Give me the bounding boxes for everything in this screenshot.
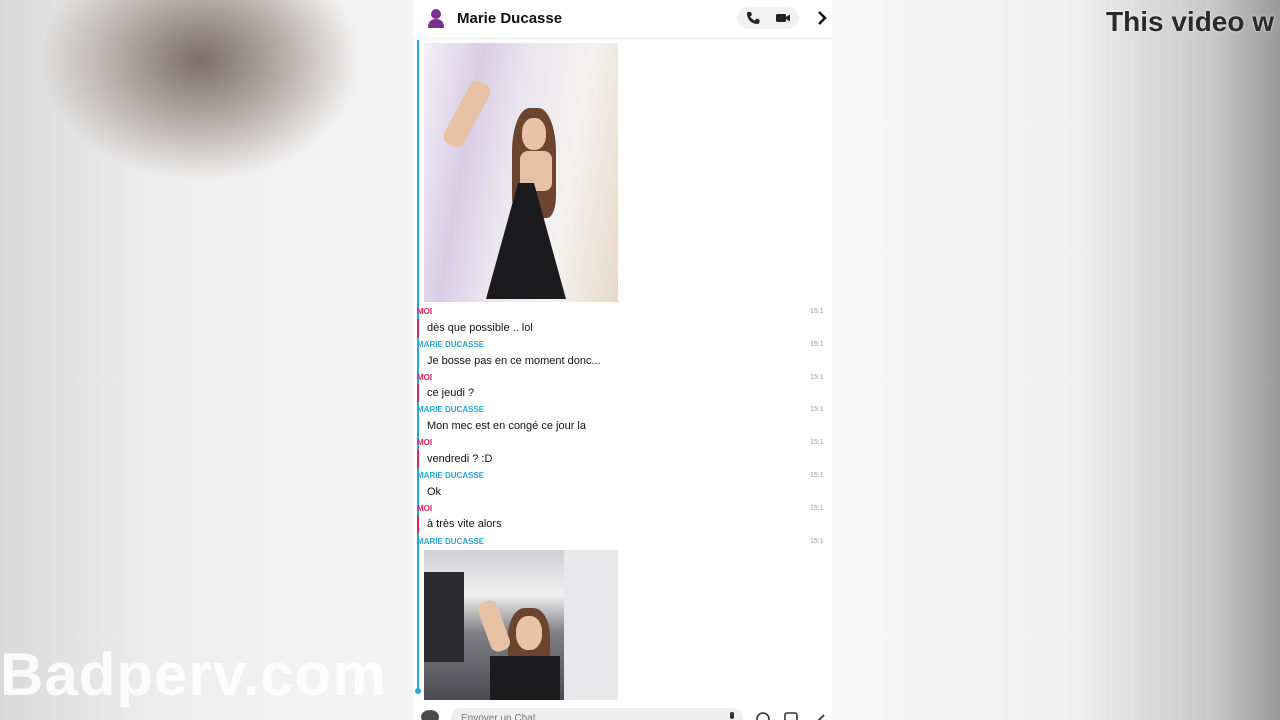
sender-label: MARIE DUCASSE — [417, 340, 485, 349]
sender-label: MOI — [417, 373, 433, 382]
rocket-icon[interactable] — [811, 711, 827, 720]
chat-input-bar — [413, 702, 832, 720]
blurred-background-right — [832, 0, 1280, 720]
photo-figure-arm — [475, 598, 513, 654]
chat-input[interactable] — [451, 708, 743, 720]
message-text[interactable]: Mon mec est en congé ce jour la — [417, 417, 586, 435]
video-icon[interactable] — [775, 11, 791, 25]
sender-label: MARIE DUCASSE — [417, 471, 485, 480]
sticker-icon[interactable] — [783, 711, 799, 720]
camera-icon[interactable] — [421, 710, 439, 720]
photo-figure-face — [516, 616, 542, 650]
sender-label: MARIE DUCASSE — [417, 537, 485, 546]
message-time: 15:1 — [810, 538, 824, 545]
chat-header: Marie Ducasse — [413, 0, 832, 39]
call-button-group — [737, 7, 799, 29]
chevron-right-icon[interactable] — [815, 9, 829, 27]
message-time: 15:1 — [810, 374, 824, 381]
photo-figure-dress — [490, 656, 560, 700]
message-time: 15:1 — [810, 406, 824, 413]
chat-photo-snap[interactable] — [424, 43, 618, 302]
sender-label: MOI — [417, 438, 433, 447]
message-text[interactable]: ce jeudi ? — [417, 384, 474, 402]
chat-photo-snap[interactable] — [424, 550, 618, 700]
message-time: 15:1 — [810, 472, 824, 479]
photo-figure-arm — [440, 77, 494, 151]
sender-label: MARIE DUCASSE — [417, 405, 485, 414]
message-text[interactable]: Ok — [417, 483, 441, 501]
contact-name[interactable]: Marie Ducasse — [457, 10, 562, 27]
mic-icon[interactable] — [727, 712, 737, 720]
video-overlay-title: This video w — [1106, 6, 1275, 37]
message-text[interactable]: dès que possible .. lol — [417, 319, 533, 337]
sender-label: MOI — [417, 307, 433, 316]
photo-door — [564, 550, 618, 700]
bitmoji-avatar-icon[interactable] — [427, 8, 445, 28]
message-text[interactable]: Je bosse pas en ce moment donc... — [417, 352, 601, 370]
emoji-icon[interactable] — [755, 711, 771, 720]
chat-panel: Marie Ducasse MOI 15:1 dès que possible … — [413, 0, 832, 720]
sender-label: MOI — [417, 504, 433, 513]
watermark-logo: Badperv.com — [0, 641, 387, 708]
message-time: 15:1 — [810, 505, 824, 512]
message-time: 15:1 — [810, 439, 824, 446]
message-text[interactable]: vendredi ? :D — [417, 450, 492, 468]
photo-figure-face — [522, 118, 546, 150]
photo-furniture — [424, 572, 464, 662]
phone-icon[interactable] — [745, 11, 761, 25]
message-text[interactable]: à très vite alors — [417, 515, 502, 533]
blurred-background-left — [0, 0, 413, 720]
message-time: 15:1 — [810, 308, 824, 315]
thread-dot — [415, 688, 421, 694]
message-time: 15:1 — [810, 341, 824, 348]
